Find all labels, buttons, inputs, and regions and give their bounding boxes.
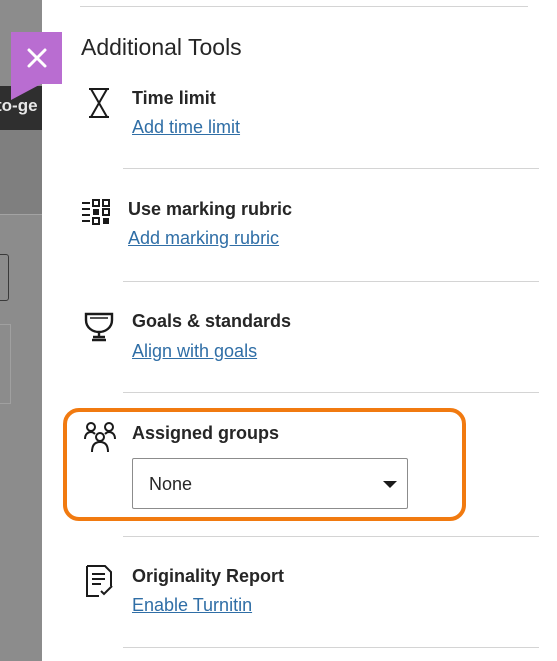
add-marking-rubric-link[interactable]: Add marking rubric <box>128 228 279 249</box>
additional-tools-panel <box>42 0 557 661</box>
section-divider <box>123 281 539 282</box>
background-band <box>0 130 42 214</box>
close-button[interactable] <box>11 32 62 84</box>
tool-name: Originality Report <box>132 566 285 586</box>
tool-name: Assigned groups <box>132 423 280 443</box>
align-with-goals-link[interactable]: Align with goals <box>132 341 257 362</box>
close-tab-pointer <box>11 84 41 100</box>
add-time-limit-link[interactable]: Add time limit <box>132 117 240 138</box>
select-value: None <box>149 474 193 494</box>
background-field <box>0 324 11 404</box>
close-icon <box>27 48 46 68</box>
groups-icon <box>84 422 116 453</box>
tool-name: Use marking rubric <box>128 199 293 219</box>
chevron-down-icon <box>383 481 397 488</box>
section-title: Additional Tools <box>81 34 242 60</box>
section-divider <box>123 536 539 537</box>
hourglass-icon <box>89 88 109 118</box>
section-divider <box>123 392 539 393</box>
top-divider <box>80 6 528 7</box>
assigned-groups-select[interactable]: None <box>132 458 408 509</box>
tool-name: Time limit <box>132 88 216 108</box>
enable-turnitin-link[interactable]: Enable Turnitin <box>132 595 252 616</box>
tool-name: Goals & standards <box>132 311 292 331</box>
report-check-icon <box>86 565 113 597</box>
section-divider <box>123 647 539 648</box>
rubric-grid-icon <box>82 199 110 225</box>
section-divider <box>123 168 539 169</box>
background-divider <box>0 214 42 215</box>
trophy-icon <box>84 312 114 342</box>
background-button <box>0 254 9 301</box>
